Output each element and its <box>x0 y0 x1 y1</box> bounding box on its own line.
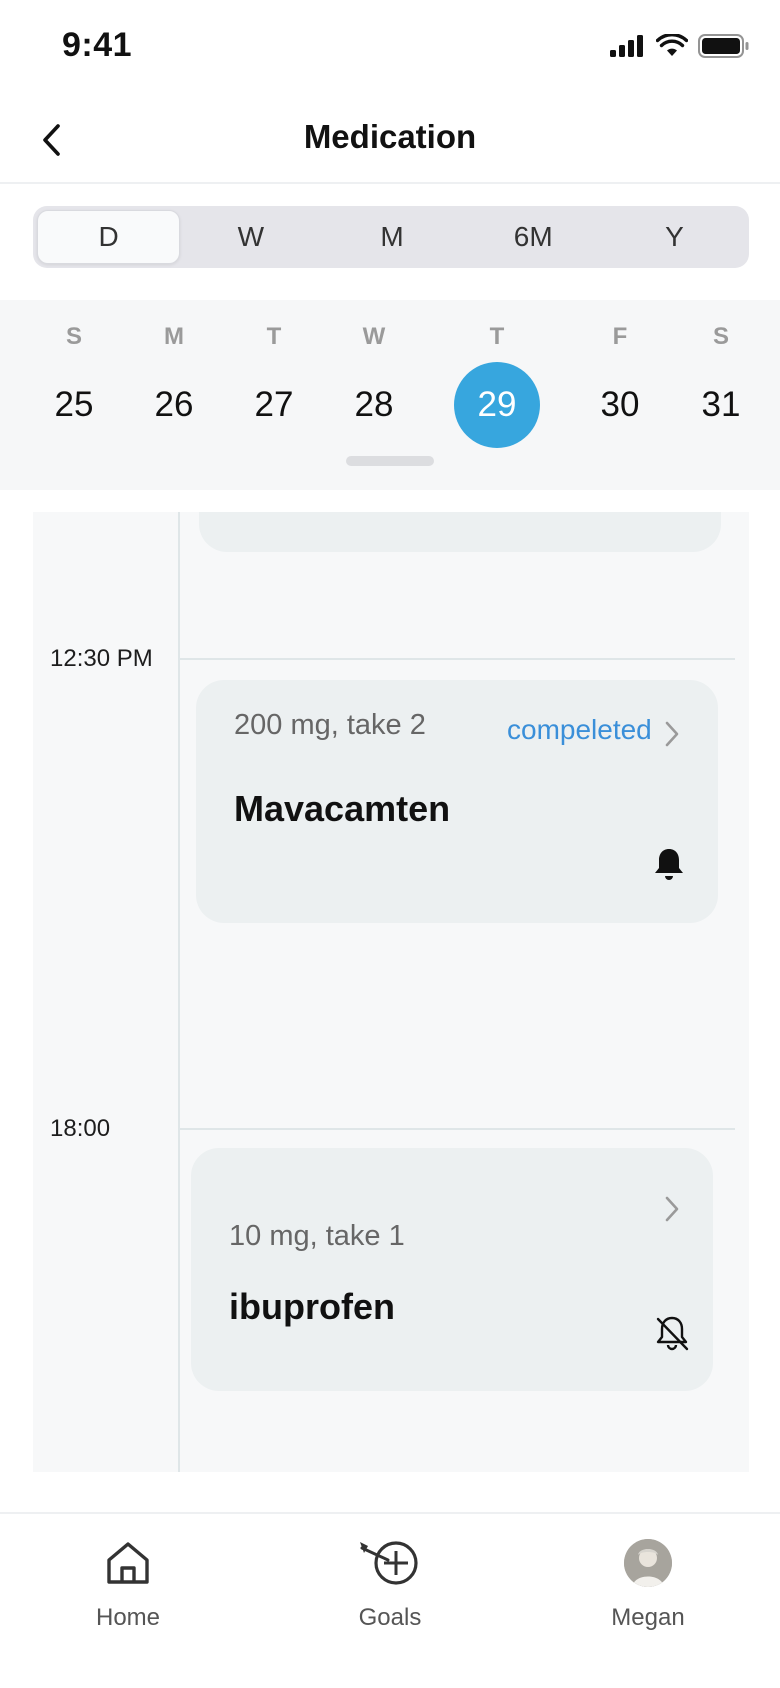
day-letter: S <box>65 323 82 350</box>
segment-day[interactable]: D <box>37 210 181 264</box>
page-title: Medication <box>303 118 477 155</box>
wifi-icon <box>656 34 688 56</box>
time-label: 18:00 <box>50 1115 111 1142</box>
timeline: 12:30 PM 200 mg, take 2 compeleted Mavac… <box>33 512 749 1472</box>
day-tuesday[interactable]: T 27 <box>229 320 319 448</box>
day-number: 27 <box>254 385 294 424</box>
day-friday[interactable]: F 30 <box>575 320 665 448</box>
period-segmented-control: D W M 6M Y <box>33 206 749 268</box>
goals-target-icon <box>360 1541 418 1585</box>
status-bar: 9:41 <box>0 0 780 100</box>
timeline-axis <box>178 512 180 1472</box>
tab-home[interactable]: Home <box>58 1534 198 1632</box>
day-number: 25 <box>54 385 94 424</box>
home-icon <box>107 1542 149 1584</box>
day-letter: M <box>164 323 184 350</box>
day-sunday[interactable]: S 25 <box>29 320 119 448</box>
tab-label: Megan <box>611 1604 685 1631</box>
avatar <box>624 1539 672 1587</box>
status-time: 9:41 <box>62 26 133 64</box>
tab-goals[interactable]: Goals <box>320 1534 460 1632</box>
time-label: 12:30 PM <box>50 645 153 672</box>
time-divider <box>179 1128 735 1130</box>
medication-card[interactable]: 200 mg, take 2 compeleted Mavacamten <box>196 680 718 923</box>
day-number: 28 <box>354 385 394 424</box>
chevron-right-icon <box>665 1196 679 1222</box>
day-letter: S <box>712 323 729 350</box>
nav-header: Medication <box>0 100 780 184</box>
day-number: 26 <box>154 385 194 424</box>
day-letter: T <box>489 323 505 350</box>
bell-icon[interactable] <box>652 846 686 882</box>
day-letter: F <box>612 323 628 350</box>
day-thursday-selected[interactable]: T 29 <box>452 320 542 448</box>
segment-6-months[interactable]: 6M <box>463 210 604 264</box>
medication-card[interactable]: 10 mg, take 1 ibuprofen <box>191 1148 713 1391</box>
previous-medication-card[interactable] <box>199 512 721 552</box>
week-strip: S 25 M 26 T 27 W 28 T 29 F 30 S 31 <box>0 300 780 490</box>
expand-handle[interactable] <box>346 456 434 466</box>
segment-month[interactable]: M <box>321 210 462 264</box>
segment-week[interactable]: W <box>180 210 321 264</box>
segment-year[interactable]: Y <box>604 210 745 264</box>
tab-bar: Home Goals Megan <box>0 1512 780 1688</box>
tab-profile[interactable]: Megan <box>578 1534 718 1632</box>
status-icons <box>610 34 750 58</box>
dose-text: 10 mg, take 1 <box>229 1220 405 1252</box>
dose-text: 200 mg, take 2 <box>234 709 426 741</box>
day-number: 30 <box>600 385 640 424</box>
status-label: compeleted <box>507 714 652 745</box>
day-monday[interactable]: M 26 <box>129 320 219 448</box>
medication-name: Mavacamten <box>234 788 451 829</box>
day-wednesday[interactable]: W 28 <box>329 320 419 448</box>
tab-label: Home <box>95 1604 161 1631</box>
bell-off-icon[interactable] <box>653 1314 691 1354</box>
medication-name: ibuprofen <box>229 1286 395 1327</box>
tab-label: Goals <box>358 1604 422 1631</box>
time-divider <box>179 658 735 660</box>
cellular-signal-icon <box>610 35 643 57</box>
day-saturday[interactable]: S 31 <box>676 320 766 448</box>
day-number-selected: 29 <box>454 362 540 448</box>
day-letter: T <box>266 323 282 350</box>
day-number: 31 <box>701 385 741 424</box>
day-letter: W <box>362 323 386 350</box>
battery-icon <box>698 34 749 58</box>
chevron-right-icon <box>665 721 679 747</box>
